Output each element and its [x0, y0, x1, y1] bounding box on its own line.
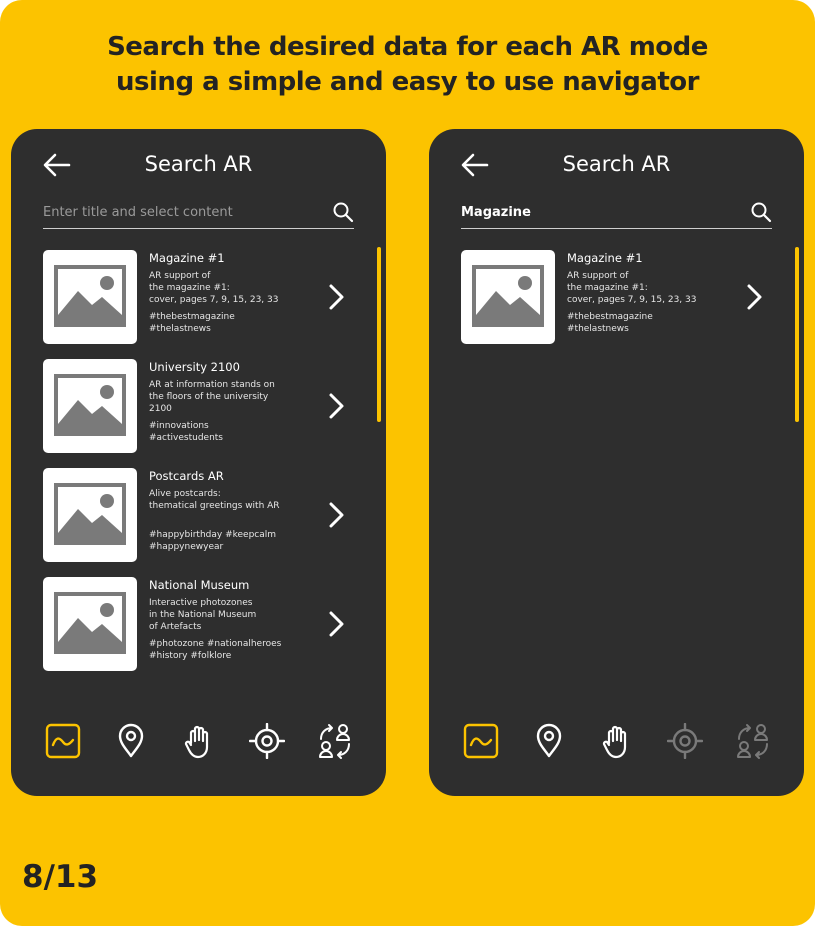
chevron-right-icon[interactable]	[325, 501, 347, 529]
target-icon	[249, 723, 285, 759]
thumbnail-placeholder	[461, 250, 555, 344]
result-title: Postcards AR	[149, 469, 224, 483]
user-switch-icon	[319, 724, 350, 759]
result-text: Magazine #1 AR support of the magazine #…	[149, 251, 299, 335]
thumbnail-placeholder	[43, 359, 137, 453]
result-tags: #thebestmagazine #thelastnews	[567, 312, 653, 334]
screen-title: Search AR	[562, 152, 671, 176]
tab-location-mode[interactable]	[527, 719, 571, 763]
result-card[interactable]: Postcards AR Alive postcards: thematical…	[43, 468, 363, 562]
tab-target-mode[interactable]	[663, 719, 707, 763]
result-card[interactable]: University 2100 AR at information stands…	[43, 359, 363, 453]
image-placeholder-icon	[54, 374, 126, 436]
hand-icon	[602, 725, 627, 759]
tab-image-mode[interactable]	[459, 719, 503, 763]
thumbnail-placeholder	[43, 468, 137, 562]
result-card[interactable]: National Museum Interactive photozones i…	[43, 577, 363, 671]
result-tags: #happybirthday #keepcalm #happynewyear	[149, 530, 277, 552]
result-description: AR support of the magazine #1: cover, pa…	[149, 271, 279, 305]
results-list: Magazine #1 AR support of the magazine #…	[461, 250, 781, 359]
thumbnail-placeholder	[43, 577, 137, 671]
tab-target-mode[interactable]	[245, 719, 289, 763]
result-description: Interactive photozones in the National M…	[149, 598, 257, 632]
scrollbar[interactable]	[795, 247, 799, 422]
phone-screen-search-empty: Search AR Magazine #1 AR supp	[11, 129, 386, 796]
thumbnail-placeholder	[43, 250, 137, 344]
search-icon[interactable]	[332, 201, 354, 223]
result-card[interactable]: Magazine #1 AR support of the magazine #…	[461, 250, 781, 344]
hand-icon	[184, 725, 209, 759]
result-description: AR support of the magazine #1: cover, pa…	[567, 271, 697, 305]
chevron-right-icon[interactable]	[325, 283, 347, 311]
result-card[interactable]: Magazine #1 AR support of the magazine #…	[43, 250, 363, 344]
headline: Search the desired data for each AR mode…	[0, 30, 815, 100]
tab-hand-mode[interactable]	[177, 719, 221, 763]
image-placeholder-icon	[54, 265, 126, 327]
page-indicator: 8/13	[22, 859, 99, 895]
image-mode-icon	[45, 723, 81, 759]
result-tags: #innovations #activestudents	[149, 421, 223, 443]
search-input[interactable]	[43, 200, 313, 224]
chevron-right-icon[interactable]	[325, 392, 347, 420]
search-input[interactable]	[461, 200, 731, 224]
result-description: Alive postcards: thematical greetings wi…	[149, 489, 280, 511]
result-text: National Museum Interactive photozones i…	[149, 578, 299, 662]
result-title: National Museum	[149, 578, 250, 592]
target-icon	[667, 723, 703, 759]
image-placeholder-icon	[54, 592, 126, 654]
results-list: Magazine #1 AR support of the magazine #…	[43, 250, 363, 686]
tab-hand-mode[interactable]	[595, 719, 639, 763]
search-bar	[461, 198, 772, 229]
bottom-tab-bar	[11, 719, 386, 763]
result-text: Postcards AR Alive postcards: thematical…	[149, 469, 299, 553]
result-text: University 2100 AR at information stands…	[149, 360, 299, 444]
phone-screen-search-filtered: Search AR Magazine #1 AR supp	[429, 129, 804, 796]
result-title: Magazine #1	[567, 251, 643, 265]
result-title: Magazine #1	[149, 251, 225, 265]
result-text: Magazine #1 AR support of the magazine #…	[567, 251, 717, 335]
image-mode-icon	[463, 723, 499, 759]
result-tags: #photozone #nationalheroes #history #fol…	[149, 639, 282, 661]
bottom-tab-bar	[429, 719, 804, 763]
slide-background: Search the desired data for each AR mode…	[0, 0, 815, 926]
tab-user-switch-mode[interactable]	[313, 719, 357, 763]
result-tags: #thebestmagazine #thelastnews	[149, 312, 235, 334]
headline-line-2: using a simple and easy to use navigator	[116, 67, 699, 97]
image-placeholder-icon	[472, 265, 544, 327]
tab-image-mode[interactable]	[41, 719, 85, 763]
result-description: AR at information stands on the floors o…	[149, 380, 275, 414]
result-title: University 2100	[149, 360, 240, 374]
image-placeholder-icon	[54, 483, 126, 545]
location-pin-icon	[118, 723, 144, 758]
location-pin-icon	[536, 723, 562, 758]
headline-line-1: Search the desired data for each AR mode	[107, 32, 708, 62]
chevron-right-icon[interactable]	[743, 283, 765, 311]
search-bar	[43, 198, 354, 229]
tab-location-mode[interactable]	[109, 719, 153, 763]
screen-title: Search AR	[144, 152, 253, 176]
user-switch-icon	[737, 724, 768, 759]
scrollbar[interactable]	[377, 247, 381, 422]
search-icon[interactable]	[750, 201, 772, 223]
chevron-right-icon[interactable]	[325, 610, 347, 638]
tab-user-switch-mode[interactable]	[731, 719, 775, 763]
